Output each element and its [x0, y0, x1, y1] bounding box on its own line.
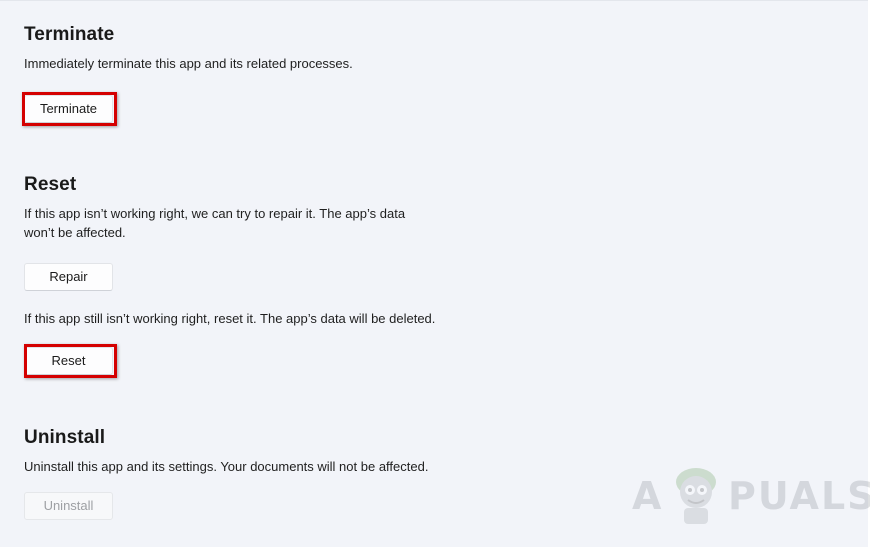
uninstall-section: Uninstall Uninstall this app and its set… [24, 427, 624, 527]
reset-title: Reset [24, 174, 77, 195]
terminate-section: Terminate Immediately terminate this app… [24, 24, 624, 134]
reset-button[interactable]: Reset [24, 347, 113, 375]
uninstall-title: Uninstall [24, 427, 106, 448]
terminate-title: Terminate [24, 24, 115, 45]
mascot-icon [676, 468, 716, 524]
appuals-watermark: A PUALS [632, 468, 870, 530]
terminate-button[interactable]: Terminate [24, 95, 113, 123]
repair-description-line2: won’t be affected. [24, 225, 126, 240]
reset-description: If this app still isn’t working right, r… [24, 311, 436, 326]
terminate-description: Immediately terminate this app and its r… [24, 56, 353, 71]
uninstall-button: Uninstall [24, 492, 113, 520]
repair-description-line1: If this app isn’t working right, we can … [24, 206, 406, 221]
reset-section: Reset If this app isn’t working right, w… [24, 174, 624, 394]
watermark-letter-a: A [632, 474, 664, 518]
top-divider [0, 0, 870, 1]
watermark-text: PUALS [728, 474, 870, 518]
repair-button[interactable]: Repair [24, 263, 113, 291]
uninstall-description: Uninstall this app and its settings. You… [24, 459, 429, 474]
